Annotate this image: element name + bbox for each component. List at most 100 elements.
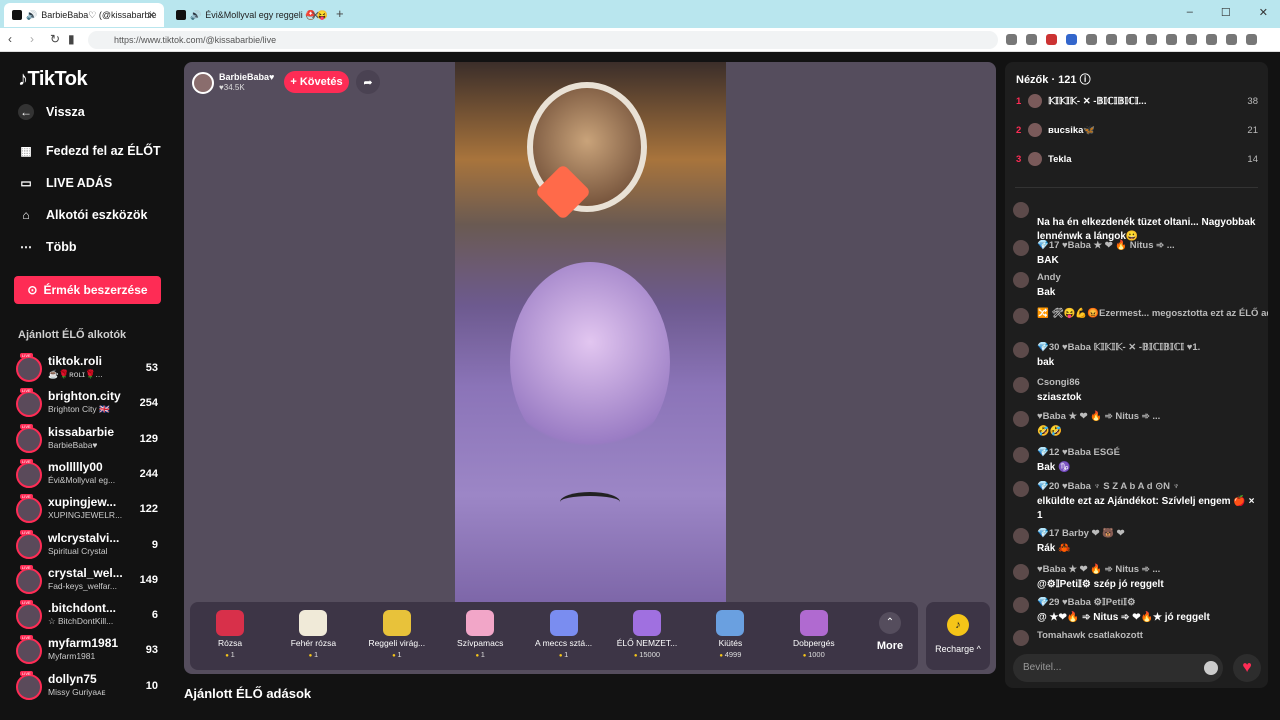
viewer-avatar xyxy=(1028,152,1042,166)
chat-author[interactable]: 💎30 ♥Baba 𝕂𝕀𝕂𝕀𝕂- ✕ -𝔹𝕀ℂ𝕀𝔹𝕀ℂ𝕀 ♥1. xyxy=(1037,342,1200,353)
chat-author[interactable]: Tomahawk csatlakozott xyxy=(1037,630,1143,641)
chat-text: Bak xyxy=(1037,287,1056,298)
coin-icon: ⊙ xyxy=(27,283,38,297)
nav-creator-tools[interactable]: ⌂ Alkotói eszközök xyxy=(18,207,147,223)
gift-item[interactable]: Szívpamacs 1 xyxy=(442,606,518,666)
recommended-creator[interactable]: LIVE tiktok.roli ☕🌹ʀᴏʟɪ🌹... 53 xyxy=(16,353,166,386)
more-gifts-button[interactable]: ⌃ More xyxy=(870,612,910,652)
chat-author[interactable]: ♥Baba ★ ❤ 🔥 ➾ Nitus ➾ ... xyxy=(1037,411,1160,422)
chat-avatar[interactable] xyxy=(1013,308,1029,324)
extension-icon[interactable] xyxy=(1086,34,1097,45)
recommended-creator[interactable]: LIVE mollllly00 Évi&Mollyval eg... 244 xyxy=(16,458,166,492)
forward-arrow-icon[interactable]: › xyxy=(30,32,34,46)
back-link[interactable]: ← Vissza xyxy=(18,104,85,120)
sidebar-icon[interactable] xyxy=(1166,34,1177,45)
top-viewer-row[interactable]: 1 𝕂𝕀𝕂𝕀𝕂- ✕ -𝔹𝕀ℂ𝕀𝔹𝕀ℂ𝕀... 38 xyxy=(1016,92,1260,112)
extension-icon[interactable] xyxy=(1186,34,1197,45)
chat-avatar[interactable] xyxy=(1013,528,1029,544)
viewer-score: 14 xyxy=(1247,154,1258,165)
recommended-creator[interactable]: LIVE dollyn75 Missy Guriyaᴀᴇ 10 xyxy=(16,670,166,704)
extension-icon[interactable] xyxy=(1026,34,1037,45)
extension-icon[interactable] xyxy=(1106,34,1117,45)
recharge-button[interactable]: ♪ Recharge ^ xyxy=(926,602,990,670)
extension-icon[interactable] xyxy=(1126,34,1137,45)
chat-text: bak xyxy=(1037,357,1055,368)
viewers-header[interactable]: Nézők · 121 ⓘ xyxy=(1016,71,1091,87)
gift-item[interactable]: Reggeli virág... 1 xyxy=(359,606,435,666)
recommended-creator[interactable]: LIVE crystal_wel... Fad-keys_welfar... 149 xyxy=(16,564,166,598)
browser-tab-active[interactable]: 🔊 BarbieBaba♡ (@kissabarbie ✕ xyxy=(4,3,164,27)
reload-icon[interactable]: ↻ xyxy=(50,32,60,46)
chat-author[interactable]: 💎29 ♥Baba ⚙𝕀Peti𝕀⚙ xyxy=(1037,597,1135,608)
bookmark-icon[interactable]: ▮ xyxy=(68,32,75,46)
chat-avatar[interactable] xyxy=(1013,481,1029,497)
gift-item[interactable]: Dobpergés 1000 xyxy=(776,606,852,666)
extension-icon[interactable] xyxy=(1206,34,1217,45)
chat-avatar[interactable] xyxy=(1013,597,1029,613)
close-tab-icon[interactable]: ✕ xyxy=(147,9,156,22)
maximize-button[interactable]: ☐ xyxy=(1221,6,1231,19)
creator-name: kissabarbie xyxy=(48,424,115,439)
nav-more[interactable]: ⋯ Több xyxy=(18,239,77,255)
extension-icon[interactable] xyxy=(1006,34,1017,45)
emoji-icon[interactable] xyxy=(1204,661,1218,675)
live-badge: LIVE xyxy=(20,635,33,641)
gift-icon xyxy=(799,610,828,636)
extension-icon[interactable] xyxy=(1066,34,1077,45)
recommended-creator[interactable]: LIVE brighton.city Brighton City 🇬🇧 254 xyxy=(16,388,166,421)
top-viewer-row[interactable]: 2 вucsika🦋 21 xyxy=(1016,121,1260,141)
chat-author[interactable]: 💎12 ♥Baba ESGÉ xyxy=(1037,447,1120,458)
recommended-lives-title: Ajánlott ÉLŐ adások xyxy=(184,686,312,701)
chat-author[interactable]: Csongi86 xyxy=(1037,377,1080,388)
minimize-button[interactable]: – xyxy=(1187,6,1193,19)
chat-avatar[interactable] xyxy=(1013,564,1029,580)
recommended-creator[interactable]: LIVE wlcrystalvi... Spiritual Crystal 9 xyxy=(16,529,166,563)
chat-avatar[interactable] xyxy=(1013,240,1029,256)
like-heart-button[interactable]: ♥ xyxy=(1233,654,1261,682)
share-icon[interactable]: ➦ xyxy=(356,70,380,94)
host-info[interactable]: BarbieBaba♥ ♥34.5K xyxy=(192,70,274,96)
chat-avatar[interactable] xyxy=(1013,342,1029,358)
chat-avatar[interactable] xyxy=(1013,272,1029,288)
recommended-creator[interactable]: LIVE .bitchdont... ☆ BitchDontKill... 6 xyxy=(16,600,166,633)
new-tab-button[interactable]: + xyxy=(336,6,344,21)
url-field[interactable]: https://www.tiktok.com/@kissabarbie/live xyxy=(88,31,998,49)
gift-item[interactable]: Rózsa 1 xyxy=(192,606,268,666)
shield-icon[interactable] xyxy=(1226,34,1237,45)
gift-item[interactable]: Fehér rózsa 1 xyxy=(275,606,351,666)
recommended-creator[interactable]: LIVE kissabarbie BarbieBaba♥ 129 xyxy=(16,423,166,457)
nav-explore-live[interactable]: ▦ Fedezd fel az ÉLŐT xyxy=(18,143,160,159)
chat-author[interactable]: 💎20 ♥Baba ♆ S Z A b A d ⊙N ♆ xyxy=(1037,481,1180,492)
chat-avatar[interactable] xyxy=(1013,377,1029,393)
chat-input[interactable]: Bevitel... xyxy=(1013,654,1223,682)
download-icon[interactable] xyxy=(1146,34,1157,45)
menu-icon[interactable] xyxy=(1246,34,1257,45)
extension-icon[interactable] xyxy=(1046,34,1057,45)
chat-author[interactable]: Andy xyxy=(1037,272,1061,283)
gift-item[interactable]: ÉLŐ NEMZET... 15000 xyxy=(609,606,685,666)
chat-author[interactable]: 💎17 Barby ❤ 🐻 ❤ xyxy=(1037,528,1125,539)
nav-live-studio[interactable]: ▭ LIVE ADÁS xyxy=(18,175,112,191)
follow-button[interactable]: + Követés xyxy=(284,71,349,93)
gift-name: Dobpergés xyxy=(793,638,835,648)
recommended-creator[interactable]: LIVE xupingjew... XUPINGJEWELR... 122 xyxy=(16,494,166,527)
live-video[interactable] xyxy=(455,62,726,604)
chat-avatar[interactable] xyxy=(1013,630,1029,646)
host-avatar[interactable] xyxy=(192,72,214,94)
chat-avatar[interactable] xyxy=(1013,411,1029,427)
back-arrow-icon[interactable]: ‹ xyxy=(8,32,12,46)
chat-author[interactable]: 💎17 ♥Baba ★ ❤ 🔥 Nitus ➾ ... xyxy=(1037,240,1175,251)
gift-item[interactable]: A meccs sztá... 1 xyxy=(526,606,602,666)
chat-avatar[interactable] xyxy=(1013,202,1029,218)
close-window-button[interactable]: ✕ xyxy=(1259,6,1268,19)
recommended-creator[interactable]: LIVE myfarm1981 Myfarm1981 93 xyxy=(16,635,166,668)
tiktok-logo[interactable]: ♪TikTok xyxy=(18,68,88,91)
gift-item[interactable]: Kiütés 4999 xyxy=(692,606,768,666)
chat-author[interactable]: 🔀 🛠😝💪😡Ezermest... megosztotta ezt az ÉLŐ… xyxy=(1037,308,1268,319)
chat-avatar[interactable] xyxy=(1013,447,1029,463)
close-tab-icon[interactable]: ✕ xyxy=(311,9,320,22)
top-viewer-row[interactable]: 3 Tekla 14 xyxy=(1016,150,1260,170)
get-coins-button[interactable]: ⊙ Érmék beszerzése xyxy=(14,276,161,304)
browser-tab[interactable]: 🔊 Évi&Mollyval egy reggeli ⛑️😝 ✕ xyxy=(168,3,328,27)
chat-author[interactable]: ♥Baba ★ ❤ 🔥 ➾ Nitus ➾ ... xyxy=(1037,564,1160,575)
